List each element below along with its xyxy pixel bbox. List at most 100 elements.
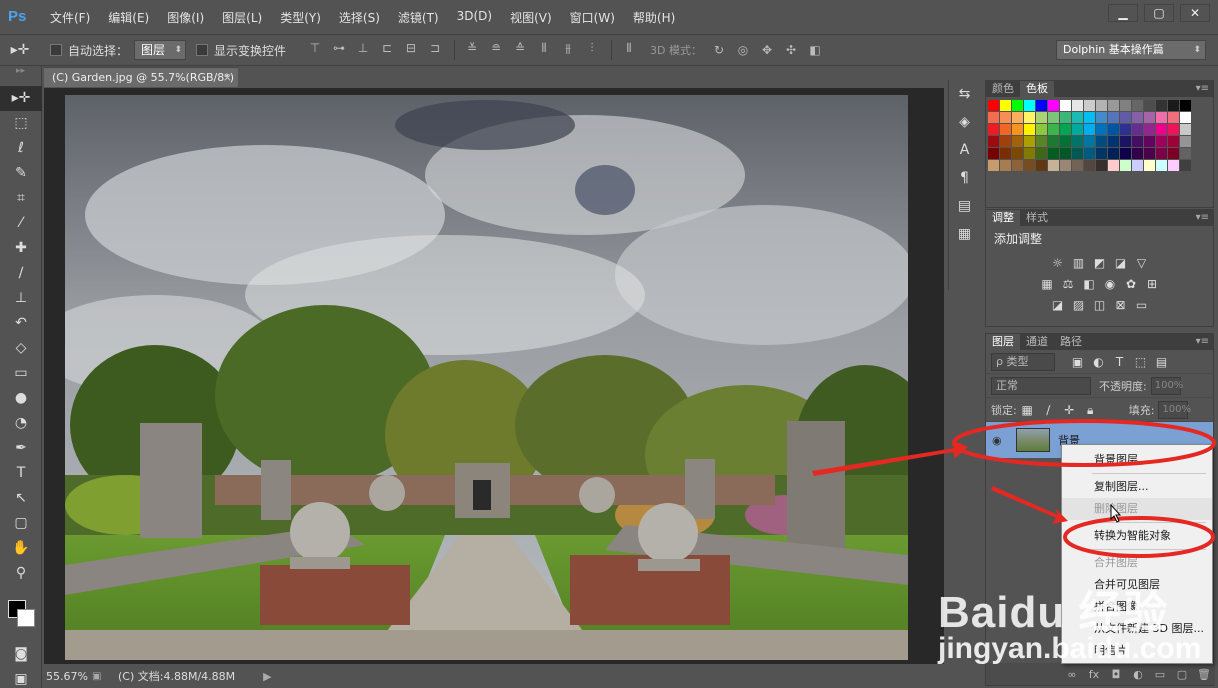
new-layer-icon[interactable]: ▢ <box>1171 668 1193 681</box>
swatch-chip[interactable] <box>1000 112 1011 123</box>
swatch-chip[interactable] <box>1168 124 1179 135</box>
distribute-hcenter-icon[interactable]: ⫵ <box>557 40 579 56</box>
swatch-chip[interactable] <box>1036 136 1047 147</box>
swatch-chip[interactable] <box>1048 100 1059 111</box>
lasso-tool-icon[interactable]: ℓ <box>0 136 42 161</box>
screen-mode-icon[interactable]: ▣ <box>0 667 42 688</box>
swatch-chip[interactable] <box>1120 112 1131 123</box>
swatch-chip[interactable] <box>1144 160 1155 171</box>
swatch-chip[interactable] <box>1000 100 1011 111</box>
ctx-flatten-image[interactable]: 拼合图像 <box>1062 596 1212 618</box>
swatch-chip[interactable] <box>1012 136 1023 147</box>
swatch-chip[interactable] <box>1144 100 1155 111</box>
dodge-tool-icon[interactable]: ◔ <box>0 411 42 436</box>
swatch-chip[interactable] <box>1168 160 1179 171</box>
swatch-chip[interactable] <box>1036 124 1047 135</box>
ctx-delete-layer[interactable]: 删除图层 <box>1062 498 1212 520</box>
swatch-chip[interactable] <box>1096 124 1107 135</box>
eyedropper-tool-icon[interactable]: ⁄ <box>0 211 42 236</box>
swatch-chip[interactable] <box>1144 112 1155 123</box>
clone-stamp-tool-icon[interactable]: ⊥ <box>0 286 42 311</box>
swatch-chip[interactable] <box>1120 124 1131 135</box>
swatch-chip[interactable] <box>1120 160 1131 171</box>
swatch-chip[interactable] <box>1048 124 1059 135</box>
filter-shape-icon[interactable]: ⬚ <box>1132 355 1149 369</box>
paragraph-panel-icon[interactable]: ¶ <box>949 164 980 192</box>
curves-icon[interactable]: ◩ <box>1091 256 1108 270</box>
character-panel-icon[interactable]: A <box>949 136 980 164</box>
shape-tool-icon[interactable]: ▢ <box>0 511 42 536</box>
swatch-chip[interactable] <box>1084 160 1095 171</box>
swatch-chip[interactable] <box>1108 124 1119 135</box>
lock-all-icon[interactable]: 🔒︎ <box>1082 403 1099 417</box>
swatch-chip[interactable] <box>1024 136 1035 147</box>
swatch-chip[interactable] <box>988 112 999 123</box>
invert-icon[interactable]: ◪ <box>1049 298 1066 312</box>
filter-type-icon[interactable]: T <box>1111 355 1128 369</box>
swatch-chip[interactable] <box>1156 100 1167 111</box>
tab-swatches[interactable]: 色板 <box>1020 81 1054 97</box>
swatch-chip[interactable] <box>1180 136 1191 147</box>
marquee-tool-icon[interactable]: ⬚ <box>0 111 42 136</box>
swatch-chip[interactable] <box>1036 112 1047 123</box>
swatch-chip[interactable] <box>1144 148 1155 159</box>
swatch-chip[interactable] <box>1048 160 1059 171</box>
swatch-chip[interactable] <box>1060 136 1071 147</box>
swatch-chip[interactable] <box>1060 160 1071 171</box>
swatch-chip[interactable] <box>1012 124 1023 135</box>
swatch-chip[interactable] <box>988 160 999 171</box>
tab-adjustments[interactable]: 调整 <box>986 210 1020 226</box>
swatch-chip[interactable] <box>1048 136 1059 147</box>
align-vcenter-icon[interactable]: ⊶ <box>328 40 350 56</box>
group-icon[interactable]: ▭ <box>1149 668 1171 681</box>
swatch-chip[interactable] <box>1084 148 1095 159</box>
swatch-chip[interactable] <box>1132 136 1143 147</box>
menu-3d[interactable]: 3D(D) <box>457 9 492 26</box>
pen-tool-icon[interactable]: ✒ <box>0 436 42 461</box>
garden-photo[interactable] <box>65 95 908 660</box>
swatch-chip[interactable] <box>1132 160 1143 171</box>
panel-menu-icon[interactable]: ▾≡ <box>1196 210 1213 226</box>
restore-button[interactable]: ▢ <box>1144 4 1174 22</box>
swatch-chip[interactable] <box>1180 160 1191 171</box>
gradient-map-icon[interactable]: ▭ <box>1133 298 1150 312</box>
path-select-tool-icon[interactable]: ↖ <box>0 486 42 511</box>
swatch-chip[interactable] <box>1084 136 1095 147</box>
zoom-level[interactable]: 55.67% <box>44 670 92 683</box>
swatch-chip[interactable] <box>1000 148 1011 159</box>
menu-layer[interactable]: 图层(L) <box>222 9 262 26</box>
swatch-chip[interactable] <box>1144 124 1155 135</box>
ctx-merge-layers[interactable]: 合并图层 <box>1062 552 1212 574</box>
move-tool-preset-icon[interactable]: ▸✛ <box>0 42 40 58</box>
auto-select-dropdown[interactable]: 图层 <box>134 40 187 60</box>
status-menu-arrow-icon[interactable]: ▶ <box>263 670 271 683</box>
swatch-chip[interactable] <box>1060 148 1071 159</box>
distribute-left-icon[interactable]: ⫴ <box>533 40 555 56</box>
swatch-chip[interactable] <box>1156 124 1167 135</box>
swatch-chip[interactable] <box>1024 148 1035 159</box>
filter-adjust-icon[interactable]: ◐ <box>1090 355 1107 369</box>
swatch-chip[interactable] <box>1168 112 1179 123</box>
quick-select-tool-icon[interactable]: ✎ <box>0 161 42 186</box>
history-panel-icon[interactable]: ⇆ <box>949 80 980 108</box>
gradient-tool-icon[interactable]: ▭ <box>0 361 42 386</box>
close-tab-icon[interactable]: × <box>223 68 232 88</box>
color-lookup-icon[interactable]: ⊞ <box>1144 277 1161 291</box>
swatch-chip[interactable] <box>1036 160 1047 171</box>
align-bottom-icon[interactable]: ⊥ <box>352 40 374 56</box>
layer-filter-dropdown[interactable]: ρ 类型 <box>991 352 1055 371</box>
vibrance-icon[interactable]: ▽ <box>1133 256 1150 270</box>
menu-help[interactable]: 帮助(H) <box>633 9 675 26</box>
swatch-chip[interactable] <box>1084 124 1095 135</box>
distribute-vcenter-icon[interactable]: ≘ <box>485 40 507 56</box>
swatch-chip[interactable] <box>1132 112 1143 123</box>
3d-roll-icon[interactable]: ◎ <box>732 42 754 58</box>
swatch-chip[interactable] <box>1156 148 1167 159</box>
lock-position-icon[interactable]: ✛ <box>1061 403 1078 417</box>
mask-icon[interactable]: ◘ <box>1105 668 1127 681</box>
menu-view[interactable]: 视图(V) <box>510 9 552 26</box>
brightness-icon[interactable]: ☼ <box>1049 256 1066 270</box>
ctx-convert-smart-object[interactable]: 转换为智能对象 <box>1062 525 1212 547</box>
swatch-chip[interactable] <box>1108 112 1119 123</box>
swatch-chip[interactable] <box>1084 100 1095 111</box>
